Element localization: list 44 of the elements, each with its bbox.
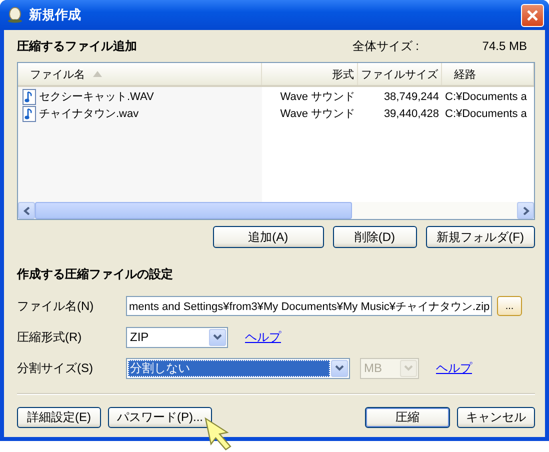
total-size-value: 74.5 MB [482,39,527,53]
help-link[interactable]: ヘルプ [436,360,472,376]
column-header[interactable]: 経路 [442,63,534,85]
total-size-label: 全体サイズ : [352,38,420,55]
chevron-right-icon [522,206,530,214]
table-cell: C:¥Documents a [445,90,527,102]
close-button[interactable] [521,4,544,26]
list-action-button[interactable]: 新規フォルダ(F) [426,226,535,248]
field-label: 圧縮形式(R) [17,328,83,346]
column-header[interactable]: ファイルサイズ [358,63,442,85]
scrollbar-thumb[interactable] [35,202,352,219]
list-action-button[interactable]: 追加(A) [212,226,324,248]
column-header[interactable]: ファイル名 [18,63,262,85]
audio-file-icon [22,106,36,122]
egg-icon [7,7,23,23]
dropdown[interactable]: ZIP [126,326,228,348]
file-name-field[interactable]: ments and Settings¥from3¥My Documents¥My Music¥チャイナタウン.zip [126,296,492,316]
scroll-left-button[interactable] [18,202,35,219]
table-cell-text: Wave サウンド [280,107,355,121]
section-title: 作成する圧縮ファイルの設定 [17,266,174,283]
footer-button[interactable]: キャンセル [457,407,535,428]
field-label: 分割サイズ(S) [17,360,94,376]
table-cell: 39,440,428 [384,108,439,120]
column-header[interactable]: 形式 [262,63,358,85]
table-cell: 38,749,244 [384,90,439,102]
help-link[interactable]: ヘルプ [245,328,281,346]
field-label: ファイル名(N) [17,298,95,314]
footer-button[interactable]: 圧縮 [365,407,450,428]
footer-button[interactable]: パスワード(P)... [108,407,212,428]
footer-button[interactable]: 詳細設定(E) [17,407,101,428]
list-action-button[interactable]: 削除(D) [332,226,417,248]
chevron-left-icon [22,206,30,214]
dropdown[interactable]: 分割しない [126,358,350,378]
table-cell-text: チャイナタウン.wav [39,107,139,121]
table-cell-text: セクシーキャット.WAV [39,90,154,104]
audio-file-icon [22,88,36,104]
browse-button[interactable]: ... [497,296,522,316]
window-title: 新規作成 [29,6,82,24]
section-title: 圧縮するファイル追加 [17,38,138,55]
scroll-right-button[interactable] [517,202,534,219]
table-cell: C:¥Documents a [445,108,527,120]
table-cell-text: Wave サウンド [280,90,355,104]
horizontal-scrollbar[interactable] [18,202,534,219]
pointer-cursor-icon [204,416,232,452]
